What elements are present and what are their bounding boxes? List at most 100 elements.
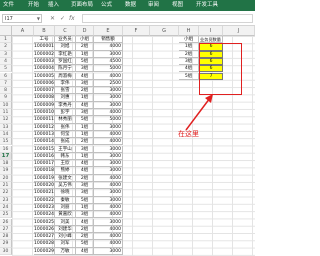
table-cell[interactable]: 4000 — [94, 43, 123, 51]
tab-file[interactable]: 文件 — [3, 0, 14, 11]
select-all-corner[interactable] — [0, 26, 12, 36]
table-cell[interactable]: 3000 — [94, 152, 123, 161]
table-cell[interactable]: 3组 — [76, 79, 94, 88]
table-cell[interactable]: 1组 — [76, 203, 94, 212]
table-cell[interactable]: 4000 — [94, 174, 123, 182]
table-cell[interactable]: 3组 — [76, 145, 94, 153]
row-header[interactable]: 30 — [0, 247, 12, 255]
table-cell[interactable]: 1000003 — [34, 57, 55, 66]
cancel-icon[interactable]: ✕ — [50, 14, 55, 23]
table-cell[interactable]: 徐晓 — [55, 189, 76, 197]
insert-function-icon[interactable]: fx — [69, 14, 75, 23]
table-cell[interactable]: 彭宇 — [55, 109, 76, 117]
table-cell[interactable]: 1000025 — [34, 218, 55, 226]
table-cell[interactable]: 韩东 — [55, 152, 76, 161]
row-header[interactable]: 23 — [0, 196, 12, 204]
table-header-cell[interactable]: 小组 — [76, 36, 94, 44]
table-cell[interactable]: 5组 — [76, 240, 94, 248]
row-header[interactable]: 22 — [0, 189, 12, 197]
row-header[interactable]: 10 — [0, 101, 12, 109]
table-cell[interactable]: 3000 — [94, 218, 123, 226]
column-header-i[interactable]: I — [199, 26, 223, 36]
table-cell[interactable]: 3000 — [94, 101, 123, 109]
table-cell[interactable]: 2组 — [76, 174, 94, 182]
column-header-e[interactable]: E — [94, 26, 123, 36]
table-cell[interactable]: 李红艳 — [55, 50, 76, 58]
column-header-d[interactable]: D — [76, 26, 94, 36]
tab-page-layout[interactable]: 页面布局 — [71, 0, 93, 11]
table-cell[interactable]: 4000 — [94, 72, 123, 80]
table-cell[interactable]: 4000 — [94, 130, 123, 139]
table-cell[interactable]: 3组 — [76, 182, 94, 190]
table-cell[interactable]: 李秀丹 — [55, 101, 76, 109]
row-header[interactable]: 26 — [0, 218, 12, 226]
table-cell[interactable]: 1000004 — [34, 65, 55, 73]
table-cell[interactable]: 2组 — [76, 138, 94, 146]
row-header[interactable]: 28 — [0, 233, 12, 241]
table-cell[interactable]: 1000029 — [34, 247, 55, 255]
column-header-g[interactable]: G — [150, 26, 179, 36]
row-header[interactable]: 27 — [0, 225, 12, 234]
table-cell[interactable]: 4组 — [76, 160, 94, 168]
row-header[interactable]: 29 — [0, 240, 12, 248]
table-cell[interactable]: 4000 — [94, 138, 123, 146]
table-cell[interactable]: 1000017 — [34, 160, 55, 168]
table-cell[interactable]: 陈月宁 — [55, 65, 76, 73]
table-cell[interactable]: 2组 — [76, 43, 94, 51]
column-header-h[interactable]: H — [179, 26, 199, 36]
table-cell[interactable]: 王宇山 — [55, 145, 76, 153]
row-header[interactable]: 12 — [0, 116, 12, 124]
tab-developer[interactable]: 开发工具 — [196, 0, 218, 11]
table-cell[interactable]: 张成 — [55, 138, 76, 146]
table-cell[interactable]: 1000023 — [34, 203, 55, 212]
table-cell[interactable]: 1000027 — [34, 233, 55, 241]
table-cell[interactable]: 1000011 — [34, 116, 55, 124]
table-cell[interactable]: 1000007 — [34, 87, 55, 95]
row-header[interactable]: 1 — [0, 36, 12, 44]
table-cell[interactable]: 1000014 — [34, 138, 55, 146]
table-cell[interactable]: 刘美 — [55, 218, 76, 226]
table-cell[interactable]: 1组 — [76, 50, 94, 58]
table-cell[interactable]: 3000 — [94, 167, 123, 175]
table-cell[interactable]: 3组 — [76, 109, 94, 117]
table-cell[interactable]: 秦敏 — [55, 196, 76, 204]
table-cell[interactable]: 1000022 — [34, 196, 55, 204]
table-cell[interactable]: 刘惠 — [55, 94, 76, 102]
table-cell[interactable]: 罗国红 — [55, 57, 76, 66]
table-cell[interactable]: 万敏 — [55, 247, 76, 255]
row-header[interactable]: 21 — [0, 182, 12, 190]
table-cell[interactable]: 张伟 — [55, 123, 76, 131]
table-cell[interactable]: 2500 — [94, 79, 123, 88]
table-cell[interactable]: 3000 — [94, 50, 123, 58]
summary-group-cell[interactable]: 3组 — [179, 57, 199, 66]
table-cell[interactable]: 3组 — [76, 211, 94, 219]
column-header-f[interactable]: F — [123, 26, 150, 36]
table-cell[interactable]: 5组 — [76, 57, 94, 66]
row-header[interactable]: 8 — [0, 87, 12, 95]
tab-home[interactable]: 开始 — [28, 0, 39, 11]
table-header-cell[interactable]: 销售额 — [94, 36, 123, 44]
table-cell[interactable]: 4000 — [94, 240, 123, 248]
table-cell[interactable]: 1000010 — [34, 109, 55, 117]
table-cell[interactable]: 熊婷 — [55, 167, 76, 175]
table-cell[interactable]: 4组 — [76, 247, 94, 255]
table-cell[interactable]: 3000 — [94, 247, 123, 255]
table-cell[interactable]: 1000018 — [34, 167, 55, 175]
table-cell[interactable]: 1000016 — [34, 152, 55, 161]
column-header-c[interactable]: C — [55, 26, 76, 36]
table-cell[interactable]: 2组 — [76, 225, 94, 234]
table-cell[interactable]: 4组 — [76, 167, 94, 175]
tab-view[interactable]: 视图 — [172, 0, 183, 11]
enter-icon[interactable]: ✓ — [60, 14, 65, 23]
table-cell[interactable]: 1000015 — [34, 145, 55, 153]
row-header[interactable]: 5 — [0, 65, 12, 73]
table-cell[interactable]: 1000028 — [34, 240, 55, 248]
row-header[interactable]: 14 — [0, 130, 12, 139]
summary-group-cell[interactable]: 1组 — [179, 43, 199, 51]
table-cell[interactable]: 1组 — [76, 94, 94, 102]
row-header[interactable]: 9 — [0, 94, 12, 102]
table-cell[interactable]: 1000001 — [34, 43, 55, 51]
table-cell[interactable]: 刘建华 — [55, 225, 76, 234]
table-cell[interactable]: 3组 — [76, 65, 94, 73]
table-cell[interactable]: 5000 — [94, 116, 123, 124]
